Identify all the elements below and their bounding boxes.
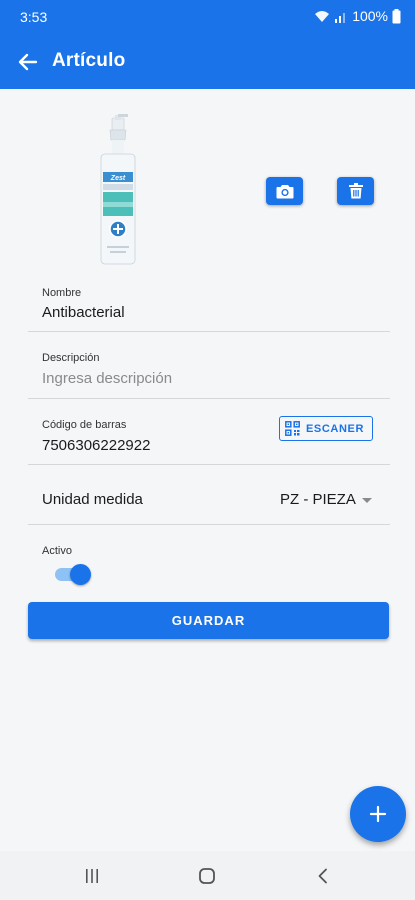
active-label: Activo: [42, 545, 72, 557]
app-bar: Artículo: [0, 34, 415, 89]
status-bar: 3:53 100%: [0, 0, 415, 34]
unit-divider: [28, 524, 390, 525]
unit-selected-value: PZ - PIEZA: [280, 491, 356, 508]
battery-percent: 100%: [352, 8, 388, 24]
status-icons: 100%: [314, 8, 401, 24]
unit-dropdown[interactable]: PZ - PIEZA: [280, 491, 372, 508]
scan-button[interactable]: ESCANER: [279, 416, 373, 441]
save-button-label: GUARDAR: [171, 613, 246, 628]
camera-icon: [276, 184, 293, 198]
svg-text:Zest: Zest: [110, 175, 126, 182]
barcode-divider: [28, 464, 390, 465]
page-title: Artículo: [52, 50, 126, 71]
trash-icon: [348, 183, 363, 199]
camera-button[interactable]: [266, 177, 303, 205]
scan-button-label: ESCANER: [306, 422, 364, 435]
recent-apps-icon: [86, 869, 98, 883]
description-field[interactable]: Ingresa descripción: [42, 370, 172, 387]
qr-code-icon: [285, 421, 300, 436]
delete-button[interactable]: [337, 177, 374, 205]
active-switch[interactable]: [53, 563, 91, 585]
save-button[interactable]: GUARDAR: [28, 602, 389, 639]
signal-icon: [335, 12, 346, 23]
product-image[interactable]: Zest: [95, 114, 141, 266]
back-button[interactable]: [16, 50, 40, 74]
arrow-left-icon: [18, 53, 38, 71]
description-divider: [28, 398, 390, 399]
barcode-label: Código de barras: [42, 419, 127, 431]
barcode-field[interactable]: 7506306222922: [42, 437, 150, 454]
description-label: Descripción: [42, 352, 100, 364]
name-field[interactable]: Antibacterial: [42, 304, 125, 321]
unit-label: Unidad medida: [42, 491, 143, 508]
battery-icon: [392, 8, 401, 23]
back-nav-button[interactable]: [311, 865, 335, 887]
name-label: Nombre: [42, 287, 82, 299]
plus-icon: [369, 805, 387, 823]
home-button[interactable]: [195, 865, 219, 887]
caret-down-icon: [361, 498, 372, 503]
chevron-left-icon: [318, 868, 327, 884]
home-icon: [199, 868, 215, 884]
name-divider: [28, 331, 390, 332]
wifi-icon: [315, 10, 330, 22]
system-nav-bar: [0, 851, 415, 900]
switch-thumb: [70, 564, 91, 585]
status-time: 3:53: [20, 9, 48, 25]
recent-apps-button[interactable]: [80, 865, 104, 887]
add-fab-button[interactable]: [350, 786, 406, 842]
